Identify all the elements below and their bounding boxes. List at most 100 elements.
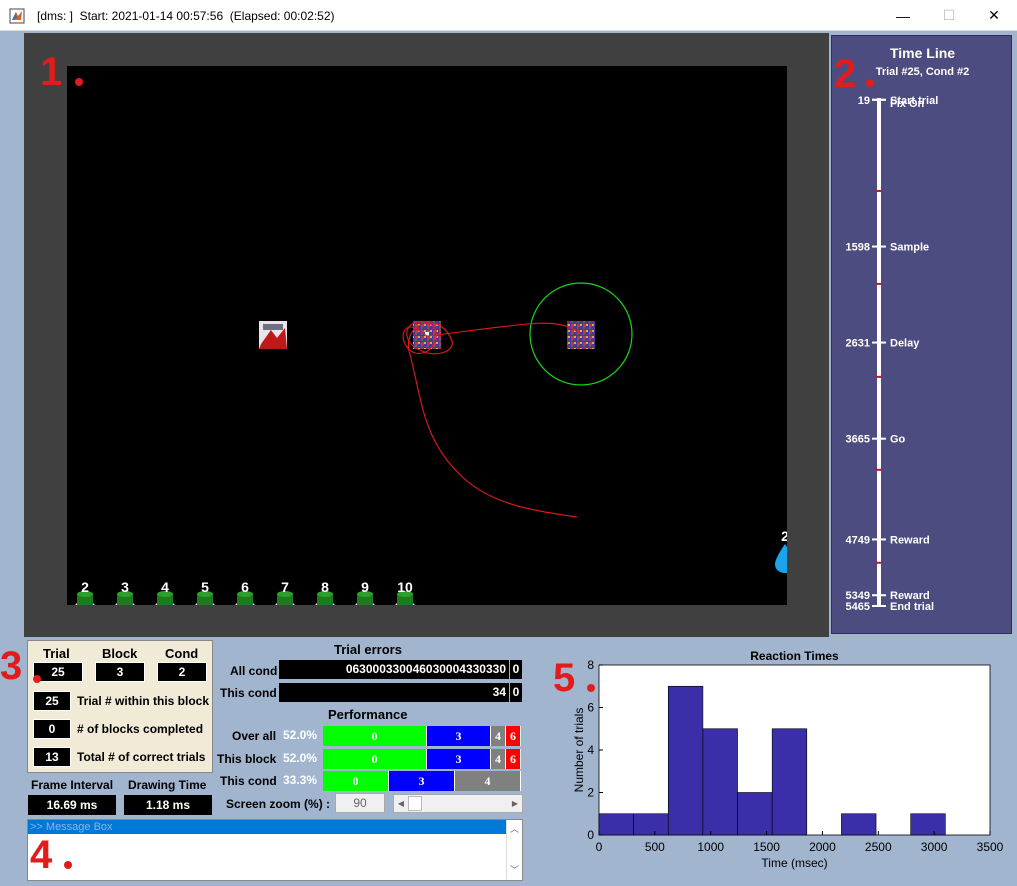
screen-button-label: 10 (397, 579, 413, 595)
y-tick-label: 4 (587, 743, 594, 757)
drawing-time-value: 1.18 ms (124, 795, 212, 815)
y-axis-label: Number of trials (572, 708, 586, 793)
timeline-event-time: 3665 (846, 434, 870, 446)
screen-button-label: 5 (201, 579, 209, 595)
timeline-event-label: Reward (890, 534, 930, 546)
trial-info-panel: Trial Block Cond 25 3 2 25 Trial # withi… (27, 640, 213, 773)
performance-row-label: This block (217, 752, 277, 766)
screen-button-label: 4 (161, 579, 169, 595)
timeline-event-tick (872, 605, 886, 607)
reaction-times-chart: 0 500 1000 1500 2000 2500 3000 3500 0 2 4 6 8 Reactio… (533, 643, 1011, 883)
timeline-event-tick (872, 341, 886, 344)
performance-bar: 0346 (323, 749, 521, 769)
performance-segment: 4 (491, 726, 506, 746)
all-cond-errors-end: 0 (510, 660, 522, 679)
x-tick-label: 0 (596, 840, 603, 854)
performance-segment: 0 (323, 771, 389, 791)
within-block-value: 25 (33, 691, 71, 711)
screen-zoom-label: Screen zoom (%) : (226, 797, 331, 811)
timeline-tick (876, 282, 882, 285)
marker-5: 5 (553, 656, 576, 700)
timeline-event-label: Delay (890, 338, 920, 350)
trial-label: Trial (43, 646, 70, 661)
this-cond-errors-end: 0 (510, 683, 522, 702)
timeline-event-time: 2631 (846, 338, 870, 350)
blocks-completed-value: 0 (33, 719, 71, 739)
performance-row-pct: 33.3% (283, 773, 318, 787)
screen-button-5: 5 (195, 579, 215, 605)
histogram-bar (737, 792, 773, 836)
slider-right-icon[interactable]: ▶ (508, 795, 522, 812)
performance-segment: 3 (389, 771, 455, 791)
correct-trials-value: 13 (33, 747, 71, 767)
performance-title: Performance (328, 707, 408, 722)
y-tick-label: 8 (587, 658, 594, 672)
trial-errors-title: Trial errors (334, 642, 402, 657)
frame-interval-value: 16.69 ms (28, 795, 116, 815)
x-tick-label: 1000 (697, 840, 724, 854)
within-block-label: Trial # within this block (77, 694, 210, 708)
performance-segment: 4 (491, 749, 506, 769)
screen-button-label: 7 (281, 579, 289, 595)
screen-button-8: 8 (315, 579, 335, 605)
timeline-tick (876, 189, 882, 192)
histogram-bar (841, 813, 877, 836)
screen-button-label: 3 (121, 579, 129, 595)
marker-dot-3 (33, 675, 41, 683)
marker-1: 1 (40, 50, 63, 94)
reward-count: 2 (781, 528, 787, 544)
timeline-event-time: 4749 (846, 534, 870, 546)
marker-3: 3 (0, 644, 23, 688)
timeline-event-label: Fix On (890, 98, 925, 110)
maximize-button[interactable]: ☐ (926, 0, 972, 31)
x-tick-label: 3000 (921, 840, 948, 854)
reaction-times-svg: 0 500 1000 1500 2000 2500 3000 3500 0 2 4 6 8 Reactio… (572, 649, 1004, 870)
performance-row-pct: 52.0% (283, 751, 318, 765)
timeline-event-tick (872, 245, 886, 248)
histogram-bar (910, 813, 946, 836)
minimize-button[interactable]: — (880, 0, 926, 31)
message-box[interactable]: >> Message Box ︿ ﹀ (27, 819, 523, 881)
performance-segment: 0 (323, 749, 427, 769)
performance-row-label: This cond (220, 774, 277, 788)
performance-row-label: Over all (232, 729, 277, 743)
performance-segment: 6 (506, 726, 521, 746)
screen-canvas: 2 12345678910 (75, 282, 787, 605)
performance-bar: 0346 (323, 726, 521, 746)
slider-left-icon[interactable]: ◀ (394, 795, 408, 812)
timeline-tick (876, 375, 882, 378)
marker-dot-1 (75, 78, 83, 86)
screen-zoom-slider[interactable]: ◀ ▶ (393, 794, 523, 813)
timeline-axis: 19 Start trialFix On1598 Sample2631 Delay36… (846, 95, 939, 613)
scroll-down-icon[interactable]: ﹀ (507, 863, 522, 876)
screen-button-label: 6 (241, 579, 249, 595)
cond-value: 2 (157, 662, 207, 682)
performance-bar: 034 (323, 771, 521, 791)
button-group: 12345678910 (75, 579, 415, 605)
scroll-up-icon[interactable]: ︿ (507, 822, 522, 835)
screen-button-4: 4 (155, 579, 175, 605)
target-stimulus (567, 321, 595, 349)
close-button[interactable]: ✕ (971, 0, 1017, 31)
timeline-event-time: 19 (858, 95, 870, 107)
histogram-bar (598, 813, 634, 836)
marker-dot-2 (866, 79, 874, 87)
message-scrollbar[interactable]: ︿ ﹀ (506, 820, 522, 880)
marker-dot-5 (587, 684, 595, 692)
block-value: 3 (95, 662, 145, 682)
y-tick-label: 2 (587, 786, 594, 800)
screen-button-3: 3 (115, 579, 135, 605)
screen-zoom-input[interactable] (335, 793, 385, 813)
screen-button-2: 2 (75, 579, 95, 605)
timeline-tick (876, 468, 882, 471)
performance-segment: 3 (427, 749, 491, 769)
slider-thumb[interactable] (408, 796, 422, 811)
sample-image-left (259, 321, 287, 349)
timeline-event-time: 1598 (846, 242, 870, 254)
performance-segment: 0 (323, 726, 427, 746)
x-tick-label: 3500 (977, 840, 1004, 854)
x-tick-label: 1500 (753, 840, 780, 854)
screen-button-label: 8 (321, 579, 329, 595)
histogram-bar (702, 728, 738, 836)
marker-2: 2 (834, 52, 857, 96)
